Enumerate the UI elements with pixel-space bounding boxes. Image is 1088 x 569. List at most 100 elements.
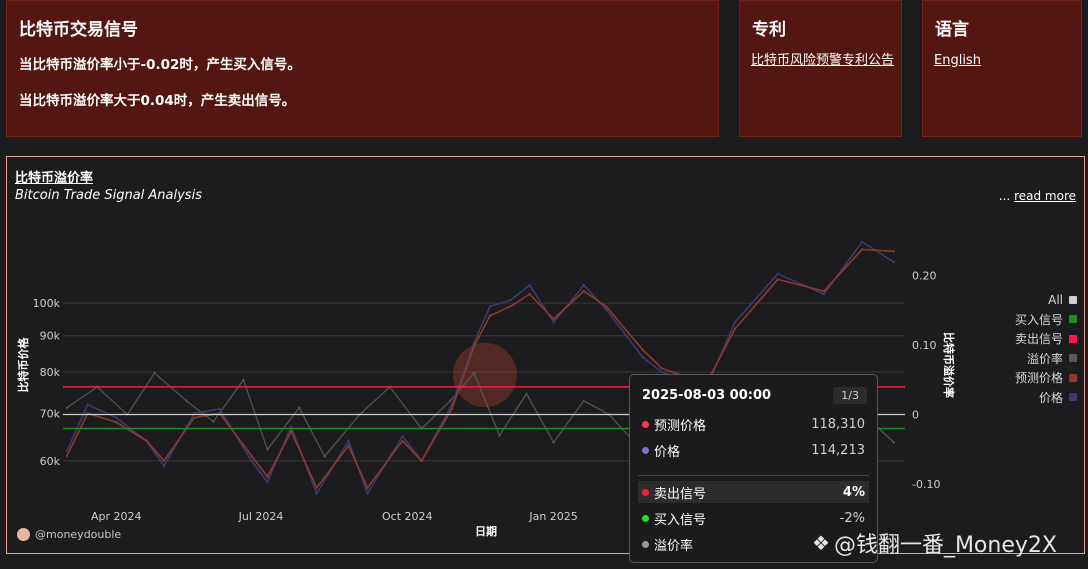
x-tick-label: Apr 2024: [91, 510, 142, 523]
data-point: [115, 416, 118, 419]
y2-tick-label: 0: [912, 409, 919, 422]
legend-label: 卖出信号: [1014, 332, 1063, 347]
data-point: [552, 321, 555, 324]
series-dot-icon: [642, 514, 649, 522]
tooltip-row: 卖出信号 4%: [638, 481, 869, 503]
english-link[interactable]: English: [934, 51, 1079, 70]
data-point: [660, 367, 663, 370]
legend-item[interactable]: 预测价格: [1007, 368, 1077, 388]
data-point: [290, 425, 293, 428]
y-tick-label: 100k: [33, 297, 61, 310]
data-point: [212, 420, 215, 423]
legend-label: 价格: [1038, 390, 1063, 405]
data-point: [582, 289, 585, 293]
legend-swatch: [1069, 393, 1077, 402]
tooltip-value: 114,213: [811, 442, 865, 458]
legend-swatch: [1069, 334, 1077, 343]
data-point: [162, 459, 166, 463]
data-point: [250, 459, 253, 463]
tooltip-row: 买入信号 -2%: [638, 507, 869, 529]
data-point: [498, 434, 501, 437]
sell-rule-text: 当比特币溢价率大于0.04时，产生卖出信号。: [19, 93, 296, 109]
data-point: [892, 250, 896, 253]
data-point: [604, 305, 608, 308]
patent-title: 专利: [752, 20, 786, 40]
y2-tick-label: 0.10: [912, 339, 937, 352]
x-tick-label: Oct 2024: [382, 510, 433, 523]
data-point: [193, 416, 196, 419]
y-tick-label: 70k: [40, 407, 61, 420]
data-point: [420, 459, 423, 463]
data-point: [509, 298, 512, 302]
data-point: [733, 321, 737, 324]
data-point: [315, 486, 318, 489]
y-tick-label: 90k: [40, 330, 61, 343]
tooltip-label: 买入信号: [654, 512, 707, 528]
tooltip-value: 4%: [842, 484, 865, 500]
data-point: [323, 455, 326, 458]
data-point: [218, 412, 221, 415]
legend-label: 预测价格: [1014, 371, 1063, 386]
data-point: [185, 399, 188, 402]
data-point: [892, 441, 896, 444]
legend-item[interactable]: 价格: [1007, 388, 1077, 408]
data-point: [582, 399, 585, 402]
chart-svg[interactable]: 60k 70k 80k 90k 100k 0.20 0.10 0 -0.10 Apr 2024 Ju…: [7, 157, 1084, 553]
data-point: [892, 260, 896, 264]
data-point: [582, 284, 585, 287]
series-dot-icon: [642, 446, 649, 454]
tooltip-value: -2%: [839, 510, 865, 526]
legend-item[interactable]: 买入信号: [1007, 310, 1077, 330]
data-point: [250, 454, 253, 457]
data-point: [65, 454, 69, 457]
x-axis-title: 日期: [475, 524, 497, 538]
watermark: ❖ @钱翻一番_Money2X: [812, 527, 1057, 559]
data-point: [525, 392, 528, 395]
tooltip-label: 卖出信号: [654, 486, 707, 502]
data-point: [86, 412, 89, 415]
tooltip-label: 价格: [654, 444, 681, 460]
data-point: [153, 371, 156, 375]
data-point: [401, 434, 404, 438]
y2-tick-label: 0.20: [912, 270, 937, 283]
y-tick-label: 60k: [40, 455, 61, 468]
x-tick-label: Jul 2024: [238, 510, 284, 523]
data-point: [776, 272, 779, 275]
data-point: [641, 348, 644, 351]
data-point: [218, 407, 221, 411]
data-point: [776, 278, 779, 281]
data-point: [641, 355, 644, 359]
language-panel: 语言 English: [922, 0, 1082, 137]
tooltip-row: 价格 114,213: [638, 439, 869, 461]
series-dot-icon: [642, 420, 649, 428]
data-point: [860, 240, 864, 244]
data-point: [347, 439, 350, 443]
tooltip-value: 118,310: [811, 416, 865, 432]
legend-swatch: [1069, 354, 1077, 363]
diamond-logo-icon: ❖: [812, 531, 830, 555]
signal-title: 比特币交易信号: [19, 20, 138, 40]
watermark-text: @钱翻一番_Money2X: [833, 533, 1057, 558]
data-point: [401, 439, 404, 443]
data-point: [162, 464, 166, 468]
patent-link[interactable]: 比特币风险预警专利公告: [751, 51, 896, 70]
y-tick-label: 80k: [40, 366, 61, 379]
tooltip-pager[interactable]: 1/3: [833, 387, 867, 404]
data-point: [266, 448, 269, 451]
data-point: [552, 441, 555, 444]
data-point: [193, 412, 196, 415]
y2-axis-title: 比特币溢价率: [942, 332, 956, 398]
data-point: [145, 439, 148, 443]
legend-item[interactable]: 卖出信号: [1007, 329, 1077, 349]
patent-panel: 专利 比特币风险预警专利公告: [739, 0, 902, 137]
legend: All 买入信号卖出信号溢价率预测价格价格: [1007, 290, 1077, 407]
data-point: [528, 284, 531, 287]
legend-item[interactable]: All: [1007, 290, 1077, 310]
data-point: [290, 430, 293, 433]
x-tick-label: Jan 2025: [528, 510, 577, 523]
legend-label: All: [1048, 292, 1063, 307]
series-dot-icon: [642, 488, 649, 496]
legend-item[interactable]: 溢价率: [1007, 349, 1077, 369]
data-point: [347, 444, 350, 447]
data-point: [86, 403, 89, 406]
